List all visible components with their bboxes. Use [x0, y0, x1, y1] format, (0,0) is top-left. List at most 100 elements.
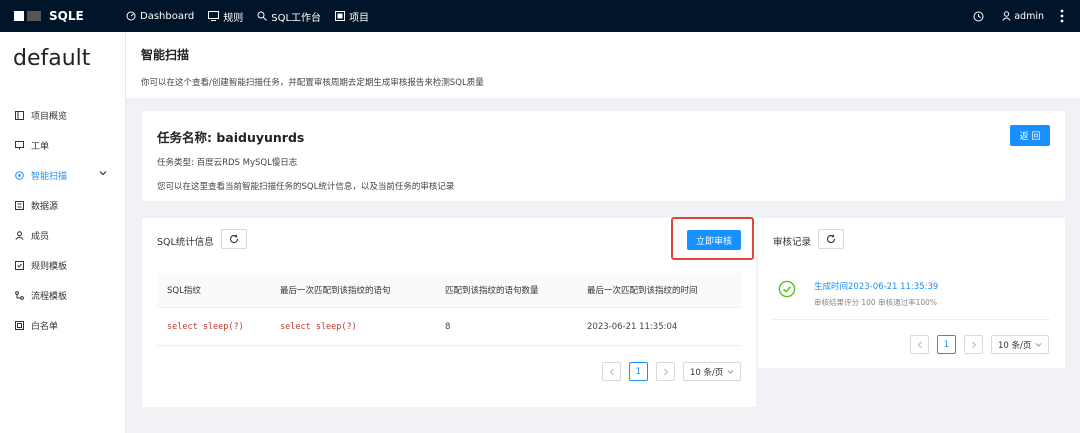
audit-records-card: 审核记录 生成时间2023-06-21 11:35:39 审核结果评分 100 …: [758, 218, 1065, 368]
records-pagination: 1 10 条/页: [910, 335, 1049, 354]
last-time-cell: 2023-06-21 11:35:04: [587, 321, 678, 332]
nav-rules-label: 规则: [223, 12, 244, 24]
page-size-value: 10 条/页: [690, 367, 724, 378]
page-title: 智能扫描: [141, 48, 190, 62]
nav-dashboard[interactable]: Dashboard: [126, 11, 194, 22]
chevron-left-icon: [917, 341, 922, 348]
logo[interactable]: SQLE: [14, 0, 84, 32]
order-icon: [15, 140, 24, 149]
sidebar-item-whitelist[interactable]: 白名单: [0, 310, 126, 340]
nav-projects-label: 项目: [349, 12, 370, 24]
scan-icon: [15, 170, 24, 180]
table-header: SQL指纹 最后一次匹配到该指纹的语句 匹配到该指纹的语句数量 最后一次匹配到该…: [157, 273, 741, 308]
logo-mark-dark-icon: [27, 11, 41, 21]
page-number-button[interactable]: 1: [937, 335, 956, 354]
sidebar-item-rule-templates[interactable]: 规则模板: [0, 250, 126, 280]
sidebar-item-members[interactable]: 成员: [0, 220, 126, 250]
user-name: admin: [1014, 10, 1044, 22]
page-number-button[interactable]: 1: [629, 362, 648, 381]
clock-icon[interactable]: [973, 11, 984, 22]
project-icon: [335, 11, 346, 21]
datasource-icon: [15, 200, 24, 210]
monitor-icon: [208, 11, 220, 21]
refresh-icon: [230, 234, 239, 244]
overview-icon: [15, 110, 24, 120]
records-refresh-button[interactable]: [818, 229, 844, 249]
sidebar-item-orders[interactable]: 工单: [0, 130, 126, 160]
project-name[interactable]: default: [13, 46, 90, 71]
sidebar-item-label: 数据源: [31, 201, 59, 212]
sidebar-item-label: 白名单: [31, 321, 59, 332]
sidebar-item-label: 智能扫描: [31, 171, 68, 182]
task-name: 任务名称: baiduyunrds: [157, 130, 305, 145]
page-header: 智能扫描 你可以在这个查看/创建智能扫描任务，并配置审核周期去定期生成审核报告来…: [126, 32, 1080, 98]
user-menu[interactable]: admin: [1002, 11, 1044, 22]
page-size-select[interactable]: 10 条/页: [991, 335, 1049, 354]
top-nav: Dashboard 规则 SQL工作台 项目: [126, 0, 383, 32]
sql-stats-pagination: 1 10 条/页: [602, 362, 741, 381]
user-icon: [1002, 11, 1011, 21]
record-meta: 审核结果评分 100 审核通过率100%: [814, 298, 938, 307]
check-circle-icon: [778, 280, 796, 298]
task-type: 任务类型: 百度云RDS MySQL慢日志: [157, 158, 298, 168]
sidebar-item-label: 工单: [31, 141, 50, 152]
sql-stats-table: SQL指纹 最后一次匹配到该指纹的语句 匹配到该指纹的语句数量 最后一次匹配到该…: [157, 273, 741, 346]
sidebar-menu: 项目概览 工单 智能扫描 数据源 成员 规则模板 流程模板 白名单: [0, 100, 126, 340]
divider: [773, 319, 1050, 320]
next-page-button[interactable]: [964, 335, 983, 354]
last-sql-cell: select sleep(?): [280, 321, 357, 332]
sidebar: default 项目概览 工单 智能扫描 数据源 成员 规则模板 流程模板 白名…: [0, 32, 126, 433]
page-size-value: 10 条/页: [998, 340, 1032, 351]
sidebar-item-label: 项目概览: [31, 111, 68, 122]
nav-projects[interactable]: 项目: [335, 9, 369, 24]
sql-stats-card: SQL统计信息 立即审核 SQL指纹 最后一次匹配到该指纹的语句 匹配到该指纹的…: [142, 218, 756, 407]
prev-page-button[interactable]: [910, 335, 929, 354]
task-info-card: 任务名称: baiduyunrds 任务类型: 百度云RDS MySQL慢日志 …: [142, 111, 1065, 201]
chevron-right-icon: [971, 341, 976, 348]
chevron-down-icon: [1035, 342, 1042, 347]
record-time-link[interactable]: 生成时间2023-06-21 11:35:39: [814, 280, 938, 292]
sidebar-item-label: 规则模板: [31, 261, 68, 272]
more-vertical-icon[interactable]: [1060, 9, 1064, 23]
fingerprint-cell: select sleep(?): [167, 321, 244, 332]
sidebar-item-overview[interactable]: 项目概览: [0, 100, 126, 130]
table-row: select sleep(?) select sleep(?) 8 2023-0…: [157, 308, 741, 346]
nav-rules[interactable]: 规则: [208, 9, 243, 24]
brand-name: SQLE: [49, 9, 84, 23]
sidebar-item-datasource[interactable]: 数据源: [0, 190, 126, 220]
chevron-left-icon: [609, 368, 614, 375]
dashboard-icon: [126, 11, 136, 21]
sidebar-item-smart-scan[interactable]: 智能扫描: [0, 160, 126, 190]
sql-stats-refresh-button[interactable]: [221, 229, 247, 249]
page-size-select[interactable]: 10 条/页: [683, 362, 741, 381]
page-description: 你可以在这个查看/创建智能扫描任务，并配置审核周期去定期生成审核报告来检测SQL…: [141, 78, 484, 88]
sidebar-item-flow-templates[interactable]: 流程模板: [0, 280, 126, 310]
logo-mark-icon: [14, 11, 24, 21]
prev-page-button[interactable]: [602, 362, 621, 381]
nav-sql-workbench[interactable]: SQL工作台: [257, 9, 321, 24]
sql-stats-title: SQL统计信息: [157, 237, 214, 248]
audit-button-highlight: [671, 217, 754, 260]
col-header-last-sql: 最后一次匹配到该指纹的语句: [280, 286, 391, 296]
sidebar-item-label: 成员: [31, 231, 50, 242]
count-cell: 8: [445, 321, 451, 332]
flow-template-icon: [15, 290, 24, 300]
rule-template-icon: [15, 260, 24, 270]
col-header-last-time: 最后一次匹配到该指纹的时间: [587, 286, 698, 296]
back-button[interactable]: 返 回: [1010, 125, 1050, 146]
audit-records-title: 审核记录: [773, 237, 812, 248]
chevron-down-icon[interactable]: [99, 169, 107, 177]
chevron-down-icon: [727, 369, 734, 374]
refresh-icon: [827, 234, 836, 244]
chevron-right-icon: [663, 368, 668, 375]
next-page-button[interactable]: [656, 362, 675, 381]
sidebar-item-label: 流程模板: [31, 291, 68, 302]
col-header-fingerprint: SQL指纹: [167, 286, 201, 296]
top-right-tools: admin: [973, 0, 1064, 32]
top-bar: SQLE Dashboard 规则 SQL工作台 项目 admin: [0, 0, 1080, 32]
nav-sql-workbench-label: SQL工作台: [271, 12, 322, 24]
member-icon: [15, 230, 24, 240]
task-description: 您可以在这里查看当前智能扫描任务的SQL统计信息，以及当前任务的审核记录: [157, 182, 455, 192]
whitelist-icon: [15, 320, 24, 330]
nav-dashboard-label: Dashboard: [140, 10, 195, 22]
